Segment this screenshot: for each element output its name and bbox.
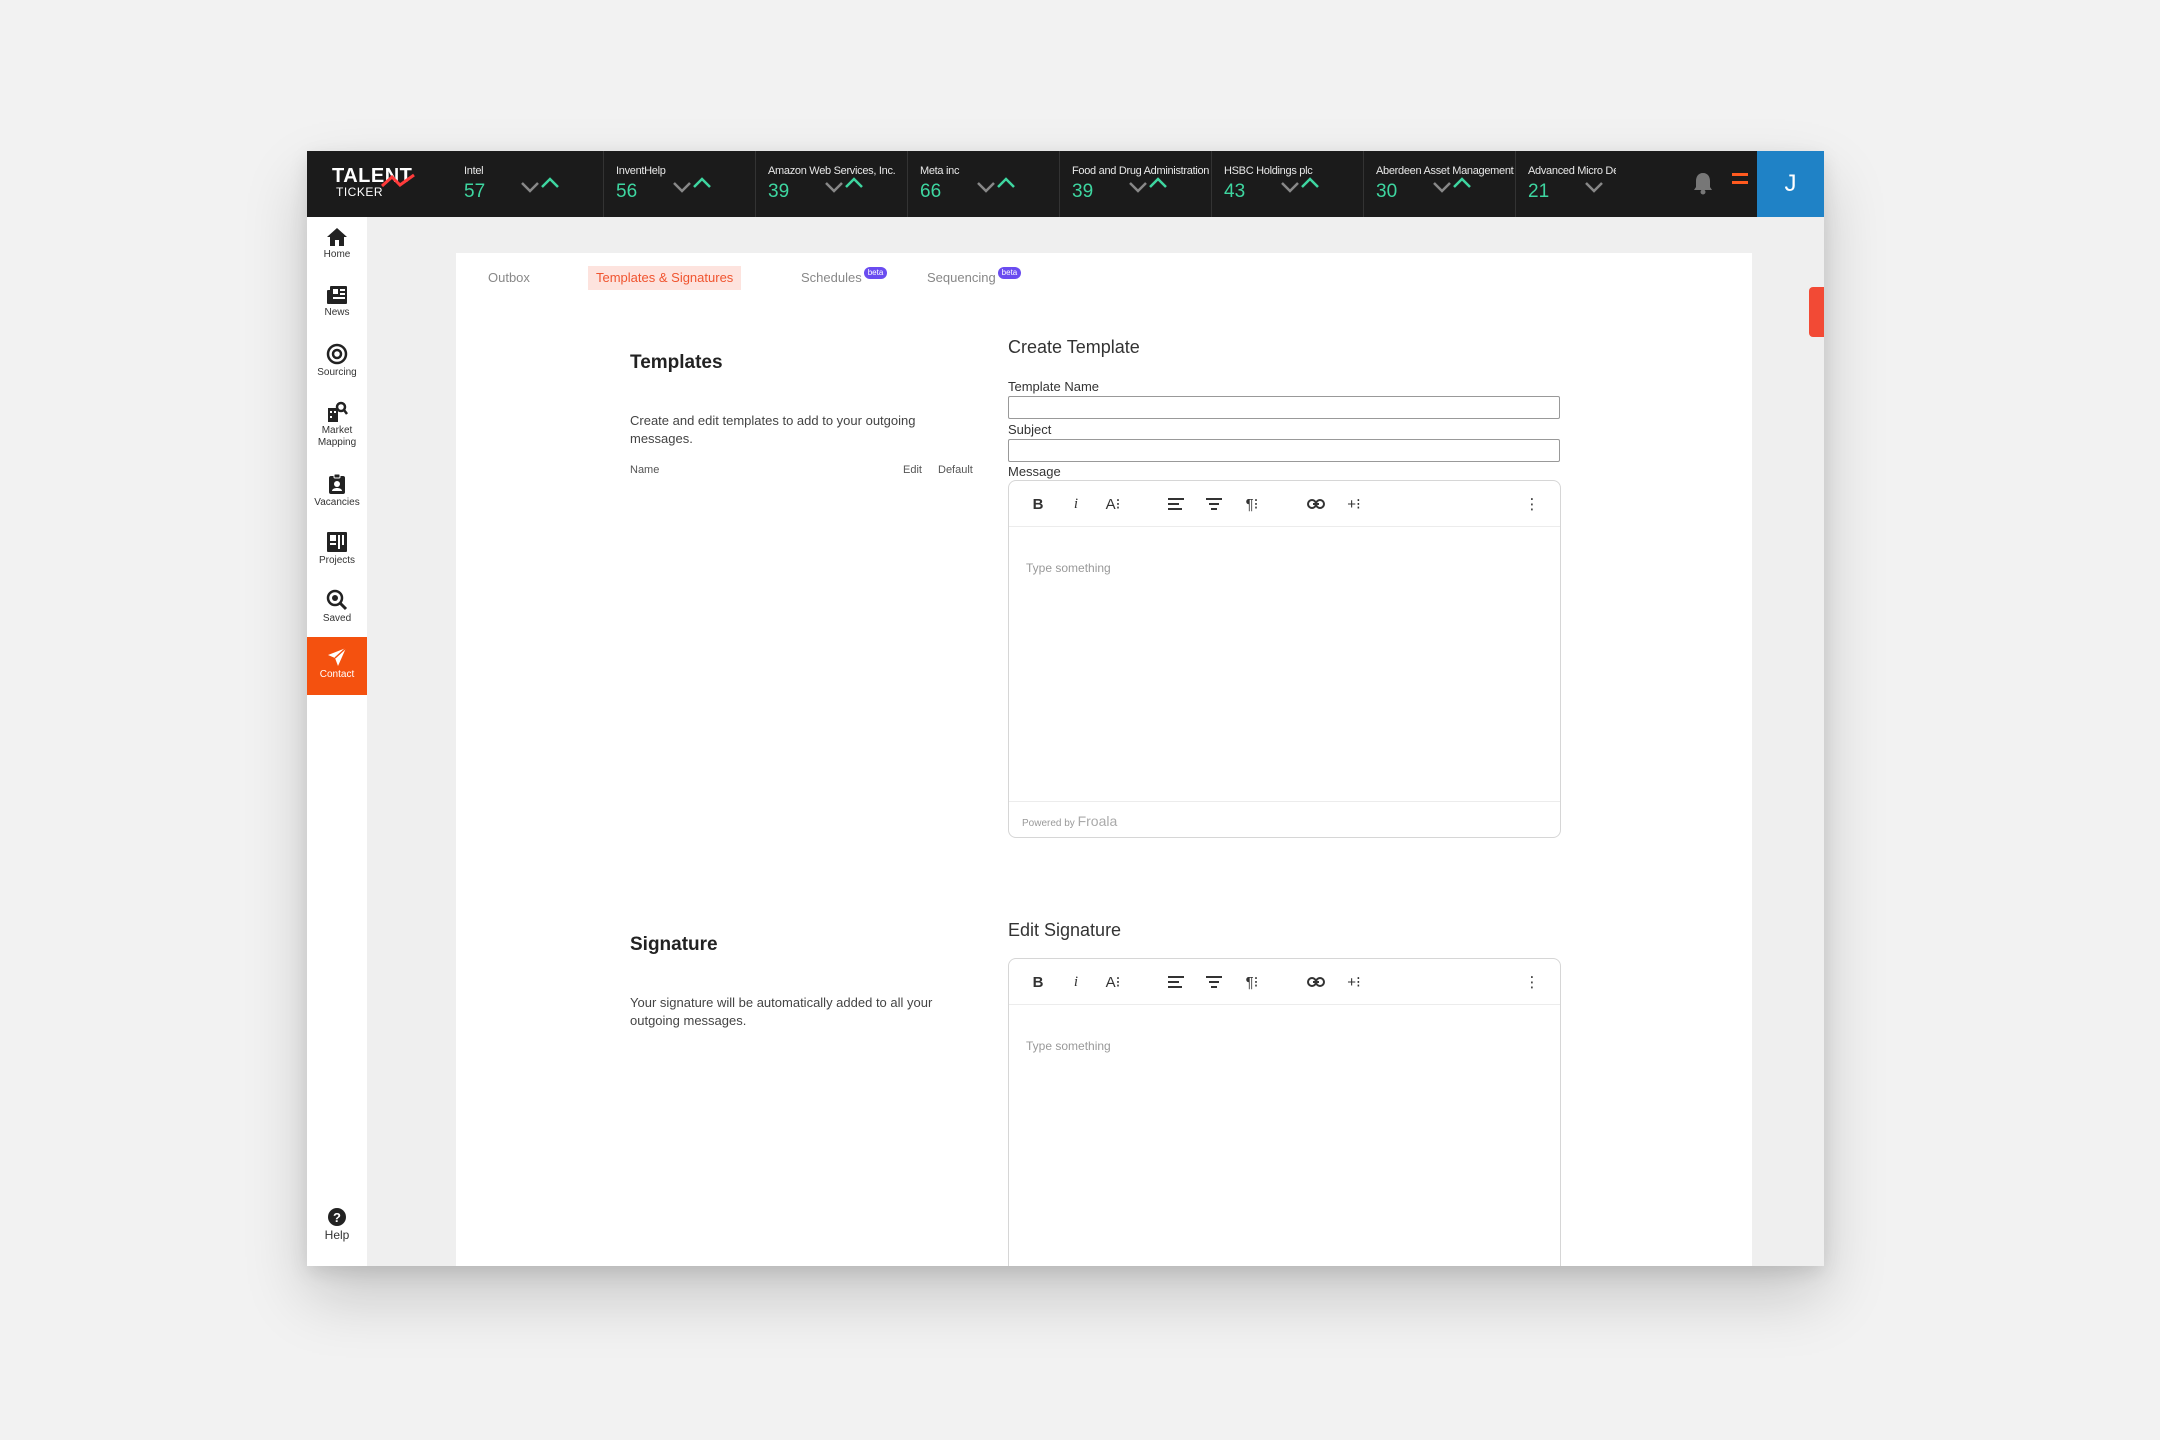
message-editor[interactable]: B i A⁝ ¶⁝ +⁝ ⋮ Type something Powered by… [1008,480,1561,838]
insert-more-button[interactable]: +⁝ [1342,493,1366,515]
send-icon [328,647,347,666]
signature-title: Signature [630,934,718,955]
app-window: TALENT TICKER Intel 57 InventHelp 56 Ama… [307,151,1824,1266]
help-icon: ? [328,1208,346,1226]
sidebar: Home News Sourcing Market Mapping Vacanc… [307,217,367,1266]
column-header-edit: Edit [903,464,922,476]
beta-badge: beta [863,267,888,279]
ticker-item[interactable]: Advanced Micro Devices 21 [1516,151,1616,217]
trend-up-icon [1129,177,1167,193]
sidebar-item-vacancies[interactable]: Vacancies [307,463,367,519]
align-left-icon [1168,498,1184,510]
clipboard-user-icon [329,473,345,494]
sidebar-item-sourcing[interactable]: Sourcing [307,333,367,389]
trend-up-icon [673,177,711,193]
sidebar-item-saved[interactable]: Saved [307,579,367,635]
link-icon [1307,977,1325,987]
signature-description: Your signature will be automatically add… [630,995,933,1028]
bell-icon[interactable] [1692,171,1714,195]
talent-ticker-logo[interactable]: TALENT TICKER [332,165,427,205]
column-header-name: Name [630,464,660,476]
target-icon [326,343,348,365]
home-icon [327,228,347,246]
bold-button[interactable]: B [1026,493,1050,515]
font-size-button[interactable]: A⁝ [1101,971,1125,993]
beta-badge: beta [997,267,1022,279]
top-bar: TALENT TICKER Intel 57 InventHelp 56 Ama… [307,151,1824,217]
signature-editor[interactable]: B i A⁝ ¶⁝ +⁝ ⋮ Type something [1008,958,1561,1266]
trend-up-icon [1281,177,1319,193]
insert-link-button[interactable] [1304,493,1328,515]
trend-up-icon [1433,177,1471,193]
projects-icon [327,532,347,552]
signature-placeholder: Type something [1026,1039,1111,1053]
tab-outbox[interactable]: Outbox [480,266,538,290]
align-left-button[interactable] [1164,493,1188,515]
column-header-default: Default [938,464,973,476]
paragraph-format-button[interactable] [1202,493,1226,515]
trend-down-icon [1585,182,1603,193]
template-name-label: Template Name [1008,379,1100,394]
trend-up-icon [977,177,1015,193]
logo-zigzag-icon [380,173,415,188]
italic-button[interactable]: i [1064,971,1088,993]
tab-schedules[interactable]: Schedules beta [793,266,895,290]
subject-label: Subject [1008,422,1052,437]
editor-footer: Powered by Froala [1009,801,1560,837]
message-label: Message [1008,464,1061,479]
sidebar-item-market-mapping[interactable]: Market Mapping [307,391,367,461]
ticker-item[interactable]: HSBC Holdings plc 43 [1212,151,1364,217]
ticker-item[interactable]: Meta inc 66 [908,151,1060,217]
main-card: Outbox Templates & Signatures Schedules b… [456,253,1752,1266]
trend-up-icon [825,177,863,193]
paragraph-format-icon [1206,498,1222,510]
sidebar-item-news[interactable]: News [307,275,367,331]
saved-search-icon [326,589,348,611]
more-options-button[interactable]: ⋮ [1520,971,1544,993]
font-size-button[interactable]: A⁝ [1101,493,1125,515]
align-left-icon [1168,976,1184,988]
link-icon [1307,499,1325,509]
feedback-tab[interactable] [1809,287,1824,337]
market-mapping-icon [328,401,348,422]
ticker-item[interactable]: InventHelp 56 [604,151,756,217]
editor-toolbar: B i A⁝ ¶⁝ +⁝ ⋮ [1009,959,1560,1005]
paragraph-format-button[interactable] [1202,971,1226,993]
message-placeholder: Type something [1026,561,1111,575]
edit-signature-title: Edit Signature [1008,920,1122,940]
user-avatar[interactable]: J [1757,151,1824,217]
more-options-button[interactable]: ⋮ [1520,493,1544,515]
tab-sequencing[interactable]: Sequencing beta [919,266,1029,290]
sidebar-item-contact[interactable]: Contact [307,637,367,695]
ticker-item[interactable]: Intel 57 [452,151,604,217]
ticker-item[interactable]: Amazon Web Services, Inc. 39 [756,151,908,217]
svg-text:?: ? [333,1210,341,1225]
paragraph-format-icon [1206,976,1222,988]
ticker-item[interactable]: Aberdeen Asset Management 30 [1364,151,1516,217]
insert-more-button[interactable]: +⁝ [1342,971,1366,993]
italic-button[interactable]: i [1064,493,1088,515]
menu-icon[interactable] [1732,173,1752,191]
create-template-title: Create Template [1008,337,1140,357]
powered-by-froala[interactable]: Powered by Froala [1022,813,1117,829]
editor-toolbar: B i A⁝ ¶⁝ +⁝ ⋮ [1009,481,1560,527]
subject-input[interactable] [1008,439,1560,462]
insert-link-button[interactable] [1304,971,1328,993]
newspaper-icon [327,286,347,304]
bold-button[interactable]: B [1026,971,1050,993]
template-name-input[interactable] [1008,396,1560,419]
templates-title: Templates [630,352,723,373]
sidebar-item-home[interactable]: Home [307,217,367,273]
templates-description: Create and edit templates to add to your… [630,413,916,446]
sidebar-item-projects[interactable]: Projects [307,521,367,577]
tab-bar: Outbox Templates & Signatures Schedules b… [456,253,1752,303]
sidebar-item-help[interactable]: ? Help [307,1197,367,1253]
ticker-item[interactable]: Food and Drug Administration 39 [1060,151,1212,217]
company-ticker: Intel 57 InventHelp 56 Amazon Web Servic… [452,151,1684,217]
trend-up-icon [521,177,559,193]
align-left-button[interactable] [1164,971,1188,993]
paragraph-style-button[interactable]: ¶⁝ [1240,971,1264,993]
paragraph-style-button[interactable]: ¶⁝ [1240,493,1264,515]
tab-templates-signatures[interactable]: Templates & Signatures [588,266,742,290]
